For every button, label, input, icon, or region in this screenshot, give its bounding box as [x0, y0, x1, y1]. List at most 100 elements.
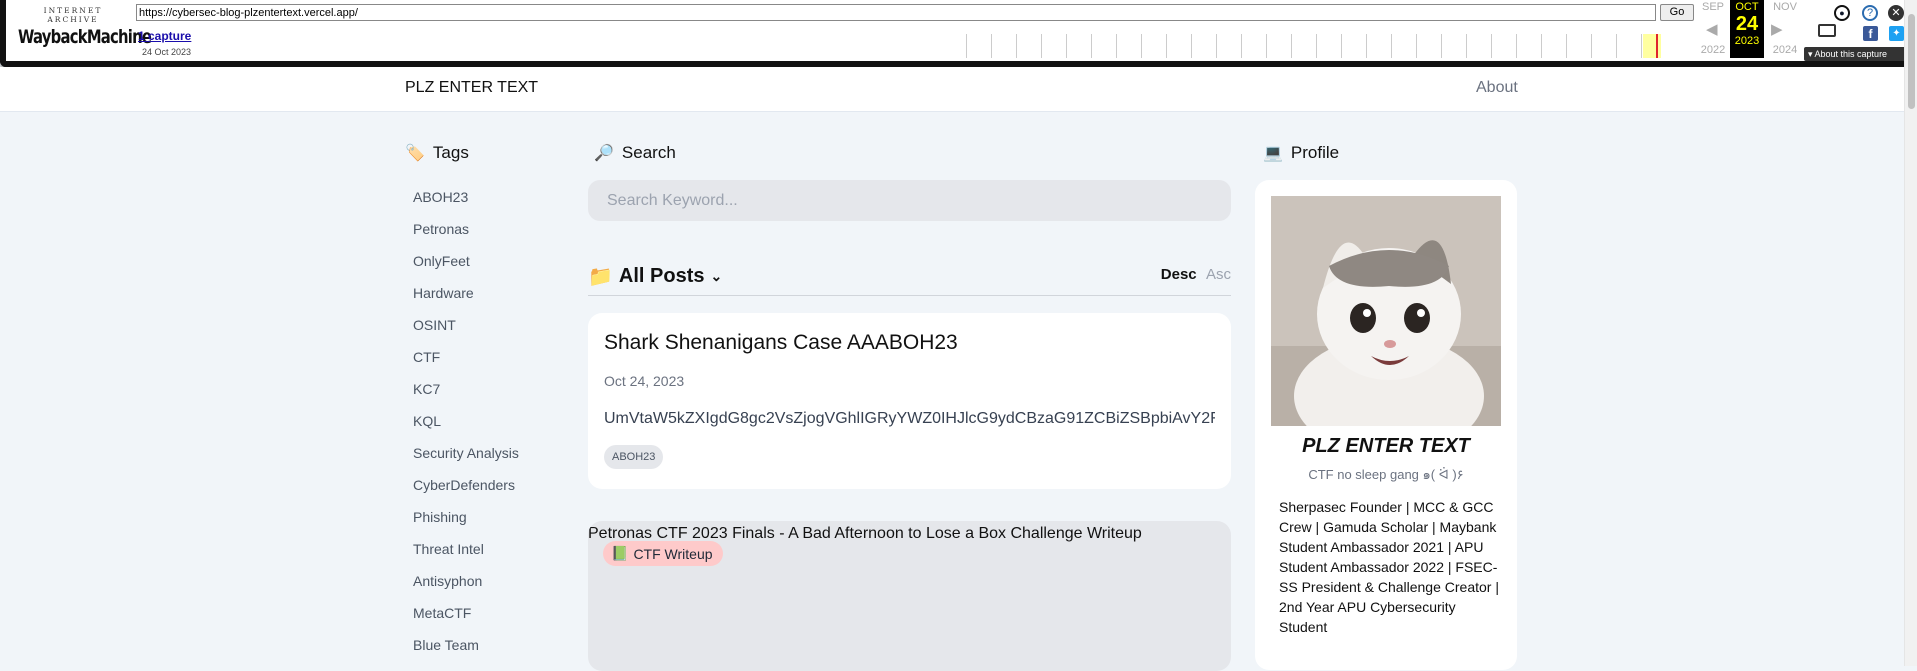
- timeline-tick: [1516, 34, 1517, 58]
- tag-item[interactable]: Blue Team: [413, 636, 519, 668]
- tag-item[interactable]: CTF: [413, 348, 519, 380]
- profile-bio: Sherpasec Founder | MCC & GCC Crew | Gam…: [1279, 499, 1499, 635]
- scrollbar-thumb[interactable]: [1908, 14, 1915, 109]
- tag-icon: 🏷️: [405, 145, 425, 162]
- tag-item[interactable]: Antisyphon: [413, 572, 519, 604]
- timeline-tick: [1616, 34, 1617, 58]
- profile-title: Profile: [1290, 143, 1340, 162]
- category-label: CTF Writeup: [633, 545, 713, 562]
- profile-heading: 💻 Profile: [1263, 143, 1339, 163]
- next-arrow-icon[interactable]: ▶: [1771, 20, 1783, 38]
- tag-item[interactable]: Petronas: [413, 220, 519, 252]
- current-capture-box: OCT 24 2023: [1730, 0, 1764, 58]
- timeline-tick: [991, 34, 992, 58]
- magnifier-icon: 🔎: [594, 145, 614, 162]
- capture-date: 24 Oct 2023: [142, 47, 192, 57]
- timeline-tick: [1091, 34, 1092, 58]
- twitter-icon[interactable]: ✦: [1889, 26, 1904, 41]
- nav-about-link[interactable]: About: [1476, 79, 1518, 97]
- chevron-down-icon: ⌄: [710, 268, 723, 284]
- wayback-toolbar: INTERNET ARCHIVE WaybackMachine Go 1 cap…: [0, 0, 1917, 67]
- all-posts-dropdown[interactable]: 📁 All Posts ⌄: [588, 264, 722, 289]
- timeline-tick: [1216, 34, 1217, 58]
- tag-item[interactable]: OnlyFeet: [413, 252, 519, 284]
- search-input[interactable]: [588, 180, 1231, 221]
- tag-item[interactable]: CyberDefenders: [413, 476, 519, 508]
- wayback-logo[interactable]: INTERNET ARCHIVE WaybackMachine: [18, 6, 152, 50]
- facebook-icon[interactable]: f: [1863, 26, 1878, 41]
- timeline-tick: [1291, 34, 1292, 58]
- tag-item[interactable]: KC7: [413, 380, 519, 412]
- tags-list: ABOH23 Petronas OnlyFeet Hardware OSINT …: [413, 188, 519, 668]
- timeline-tick: [1241, 34, 1242, 58]
- post-date: Oct 24, 2023: [604, 373, 685, 389]
- captures-link[interactable]: 1 capture: [138, 29, 191, 43]
- profile-card: PLZ ENTER TEXT CTF no sleep gang ๑( ᐛ )۶…: [1255, 180, 1517, 670]
- timeline-tick: [1491, 34, 1492, 58]
- wayback-url-input[interactable]: [136, 4, 1656, 21]
- timeline-tick: [1041, 34, 1042, 58]
- profile-avatar: [1271, 196, 1501, 426]
- timeline-tick: [1566, 34, 1567, 58]
- sort-toggle: Desc Asc: [1161, 266, 1231, 283]
- screenshot-icon[interactable]: [1818, 24, 1836, 37]
- logo-top-text: INTERNET ARCHIVE: [43, 6, 103, 24]
- post-excerpt: UmVtaW5kZXIgdG8gc2VsZjogVGhlIGRyYWZ0IHJl…: [604, 410, 1215, 427]
- close-icon[interactable]: ✕: [1888, 5, 1904, 21]
- tag-item[interactable]: ABOH23: [413, 188, 519, 220]
- site-header: PLZ ENTER TEXT About: [0, 67, 1917, 112]
- prev-arrow-icon[interactable]: ◀: [1706, 20, 1718, 38]
- timeline-tick: [1541, 34, 1542, 58]
- tag-item[interactable]: OSINT: [413, 316, 519, 348]
- help-icon[interactable]: ?: [1862, 5, 1878, 21]
- posts-header: 📁 All Posts ⌄ Desc Asc: [588, 262, 1231, 296]
- tag-item[interactable]: Threat Intel: [413, 540, 519, 572]
- timeline-tick: [1191, 34, 1192, 58]
- page-scrollbar[interactable]: [1904, 0, 1917, 666]
- search-heading: 🔎 Search: [594, 143, 676, 163]
- timeline-tick: [1141, 34, 1142, 58]
- tag-item[interactable]: Hardware: [413, 284, 519, 316]
- profile-name: PLZ ENTER TEXT: [1302, 435, 1470, 457]
- post-tag-badge[interactable]: ABOH23: [604, 445, 664, 469]
- next-month-label: NOV: [1773, 1, 1797, 13]
- timeline-tick: [1066, 34, 1067, 58]
- tags-title: Tags: [432, 143, 469, 162]
- timeline-tick: [966, 34, 967, 58]
- timeline-tick: [1391, 34, 1392, 58]
- post-title[interactable]: Shark Shenanigans Case AAABOH23: [604, 331, 1215, 355]
- profile-tagline: CTF no sleep gang ๑( ᐛ )۶: [1308, 467, 1464, 482]
- prev-year-label[interactable]: 2022: [1698, 44, 1728, 56]
- post-card[interactable]: Petronas CTF 2023 Finals - A Bad Afterno…: [588, 521, 1231, 671]
- go-button[interactable]: Go: [1660, 4, 1694, 21]
- search-title: Search: [621, 143, 676, 162]
- timeline-tick: [1166, 34, 1167, 58]
- sort-asc-button[interactable]: Asc: [1206, 266, 1231, 283]
- account-icon[interactable]: ●: [1834, 5, 1850, 21]
- timeline-tick: [1266, 34, 1267, 58]
- tag-item[interactable]: MetaCTF: [413, 604, 519, 636]
- current-month-highlight: [1643, 34, 1661, 58]
- tag-item[interactable]: Phishing: [413, 508, 519, 540]
- post-category-badge[interactable]: 📗 CTF Writeup: [603, 541, 723, 566]
- logo-main-text: WaybackMachine: [18, 26, 152, 48]
- timeline-tick: [1641, 34, 1642, 58]
- tags-heading: 🏷️ Tags: [405, 143, 469, 163]
- all-posts-title: All Posts: [618, 265, 705, 287]
- capture-sparkline[interactable]: [966, 32, 1666, 58]
- sort-desc-button[interactable]: Desc: [1161, 266, 1197, 283]
- timeline-tick: [1441, 34, 1442, 58]
- tag-item[interactable]: Security Analysis: [413, 444, 519, 476]
- timeline-tick: [1366, 34, 1367, 58]
- post-card[interactable]: Shark Shenanigans Case AAABOH23 Oct 24, …: [588, 313, 1231, 489]
- about-this-capture-button[interactable]: ▾ About this capture: [1804, 47, 1908, 61]
- prev-month-label: SEP: [1701, 1, 1724, 13]
- next-year-label[interactable]: 2024: [1770, 44, 1800, 56]
- timeline-tick: [1116, 34, 1117, 58]
- site-brand[interactable]: PLZ ENTER TEXT: [405, 79, 538, 97]
- current-month: OCT: [1735, 1, 1759, 13]
- tag-item[interactable]: KQL: [413, 412, 519, 444]
- current-capture-marker: [1656, 34, 1658, 58]
- laptop-icon: 💻: [1263, 145, 1283, 162]
- timeline-tick: [1416, 34, 1417, 58]
